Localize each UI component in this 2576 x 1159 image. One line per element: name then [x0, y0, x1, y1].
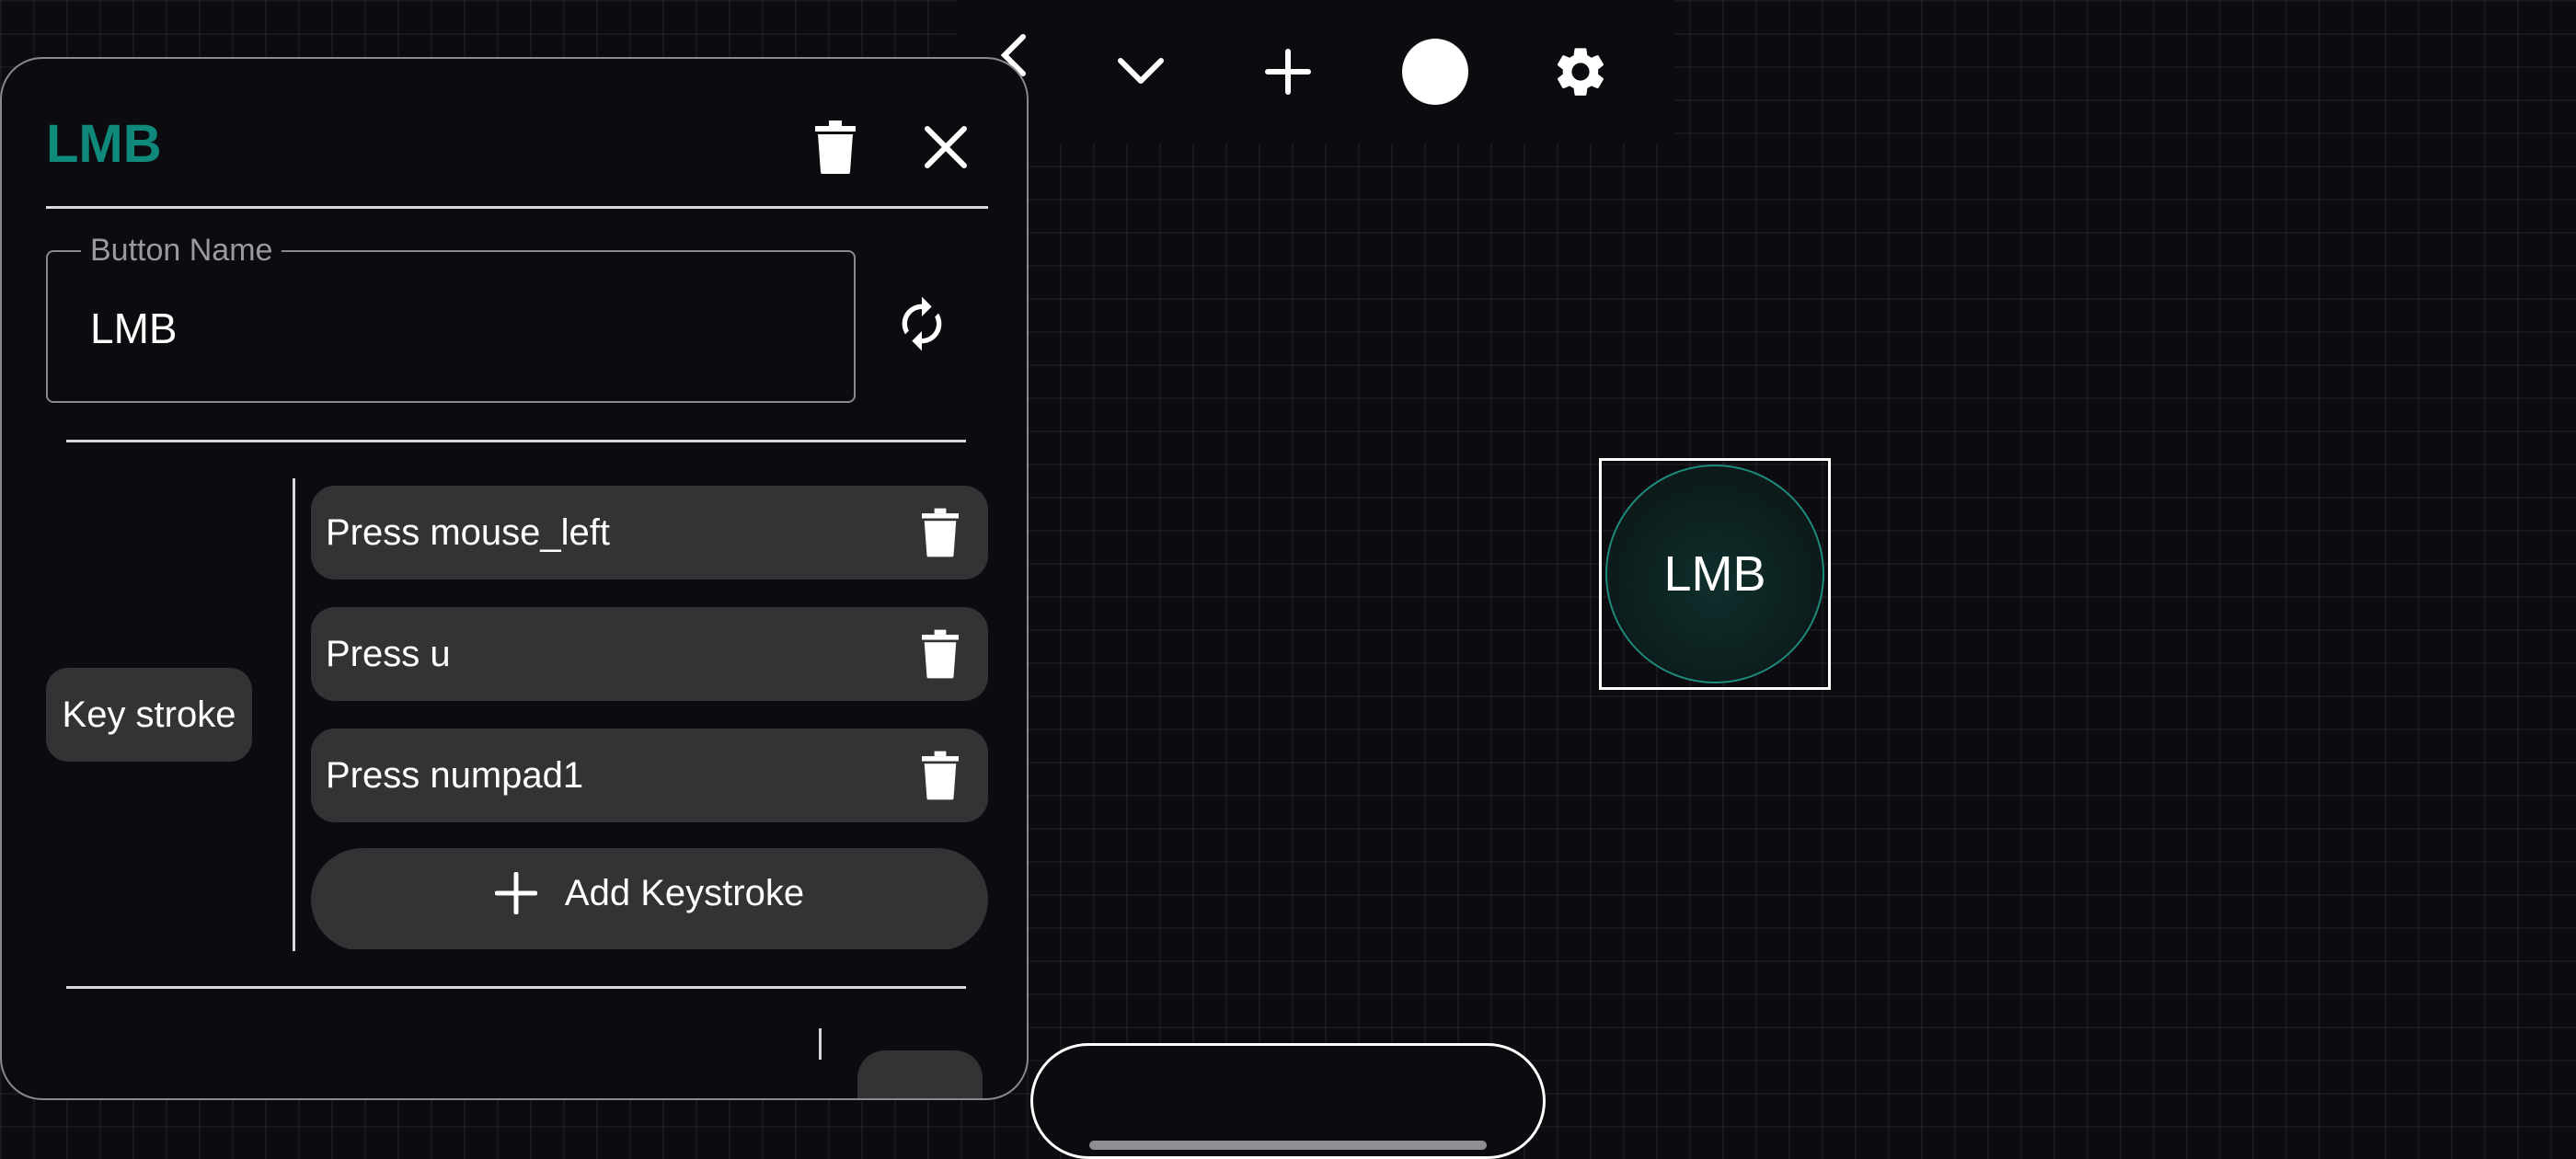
trash-icon: [922, 751, 959, 800]
close-button[interactable]: [913, 114, 979, 180]
toggle-overlay-button[interactable]: [1398, 35, 1472, 109]
keystroke-list-rule: [293, 478, 295, 951]
next-section-chip[interactable]: [857, 1050, 983, 1098]
trash-icon: [922, 508, 959, 557]
section-divider-bottom: [66, 986, 966, 989]
keystroke-label: Press numpad1: [326, 755, 584, 796]
button-name-field[interactable]: Button Name: [46, 232, 856, 403]
overlay-button-label: LMB: [1663, 546, 1766, 602]
selected-button-outline[interactable]: LMB: [1599, 458, 1831, 690]
plus-icon: [494, 872, 537, 914]
gear-icon: [1557, 48, 1604, 96]
button-name-label: Button Name: [81, 232, 282, 269]
add-button[interactable]: [1251, 35, 1325, 109]
top-toolbar: [957, 0, 1674, 143]
keystroke-list: Press mouse_left Press u Press numpad1 A…: [296, 478, 1014, 949]
settings-button[interactable]: [1544, 35, 1617, 109]
add-keystroke-button[interactable]: Add Keystroke: [311, 848, 988, 949]
keystroke-item[interactable]: Press mouse_left: [311, 486, 988, 580]
panel-title: LMB: [46, 114, 162, 174]
overlay-button[interactable]: LMB: [1605, 465, 1824, 683]
delete-keystroke-button[interactable]: [913, 748, 968, 803]
plus-icon: [1265, 49, 1311, 95]
keystroke-item[interactable]: Press u: [311, 607, 988, 701]
next-section-rule: [819, 1028, 822, 1060]
keystroke-item[interactable]: Press numpad1: [311, 729, 988, 822]
trash-icon: [922, 629, 959, 679]
delete-keystroke-button[interactable]: [913, 626, 968, 682]
circle-icon: [1402, 39, 1468, 105]
delete-button[interactable]: [802, 114, 868, 180]
button-editor-panel: LMB Button Name Key stroke Press mouse_l…: [0, 57, 1029, 1100]
keystroke-label: Press u: [326, 634, 451, 674]
header-divider: [46, 206, 988, 209]
chevron-down-icon: [1118, 58, 1164, 84]
button-name-input[interactable]: [90, 296, 808, 361]
close-icon: [925, 126, 967, 168]
section-divider-top: [66, 440, 966, 442]
keystroke-label: Press mouse_left: [326, 512, 611, 553]
trash-icon: [815, 120, 856, 174]
home-indicator[interactable]: [1089, 1141, 1487, 1150]
refresh-name-button[interactable]: [883, 285, 960, 362]
collapse-button[interactable]: [1104, 35, 1178, 109]
delete-keystroke-button[interactable]: [913, 505, 968, 560]
action-type-chip[interactable]: Key stroke: [46, 668, 252, 762]
add-keystroke-label: Add Keystroke: [564, 873, 805, 913]
refresh-icon: [902, 296, 942, 351]
